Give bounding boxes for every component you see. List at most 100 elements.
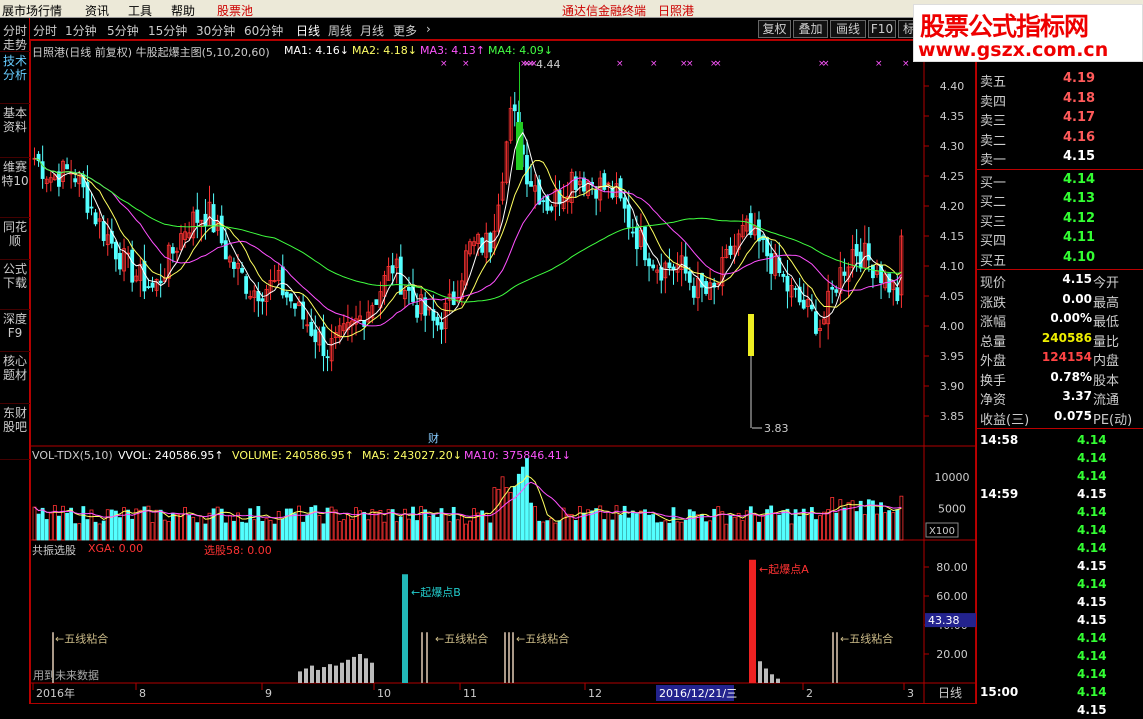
tick-price: 4.14: [1077, 541, 1107, 555]
volume-bar: [415, 520, 419, 541]
candle-body: [423, 297, 428, 316]
finance-marker: 财: [428, 431, 439, 445]
volume-bar: [65, 512, 69, 541]
period-2[interactable]: 5分钟: [107, 22, 139, 39]
period-8[interactable]: 月线: [360, 22, 384, 39]
ind-histogram-bar: [352, 656, 356, 683]
tick-row: 4.14: [977, 629, 1143, 647]
volume-bar: [423, 509, 428, 541]
signal-cross: ×: [902, 59, 910, 69]
candle-body: [683, 256, 688, 274]
menu-stock-pool[interactable]: 股票池: [217, 2, 253, 19]
volume-bar: [464, 523, 468, 541]
chart-area[interactable]: 4.40 4.35 4.30 4.25 4.20 4.15 4.10 4.05 4.00 3.95…: [30, 40, 976, 704]
volume-bar: [207, 512, 212, 541]
menu-tools[interactable]: 工具: [128, 2, 152, 19]
period-6[interactable]: 日线: [296, 22, 320, 39]
candle-body: [244, 276, 249, 294]
volume-bar: [138, 509, 143, 541]
tab-0[interactable]: 分时走势: [0, 22, 30, 52]
menu-market[interactable]: 展市场行情: [2, 2, 62, 19]
volume-bar: [57, 515, 61, 541]
volume-bar: [398, 516, 403, 541]
volume-bar: [407, 518, 411, 541]
volume-bar: [272, 523, 277, 541]
tick-time: 15:00: [980, 685, 1019, 699]
more-arrow-icon[interactable]: ›: [426, 22, 431, 36]
candle-body: [834, 289, 839, 293]
volume-bar: [504, 487, 509, 541]
menu-news[interactable]: 资讯: [85, 2, 109, 19]
left-tab-bar: 分时走势 技术分析 基本资料 维赛特10 同花顺 公式下载 深度F9 核心题材 东财股吧: [0, 18, 30, 704]
volume-bar: [191, 516, 196, 541]
volume-bar: [162, 519, 167, 541]
signal-cross: ×: [714, 59, 722, 69]
stat-label: 总量: [980, 334, 1007, 350]
period-3[interactable]: 15分钟: [148, 22, 187, 39]
stat-right-label: 最低: [1093, 315, 1120, 330]
buy-price: 4.13: [1063, 191, 1096, 206]
volume-bar: [700, 514, 704, 541]
tab-7[interactable]: 核心题材: [0, 352, 30, 404]
candle-body: [435, 316, 440, 326]
period-0[interactable]: 分时: [33, 22, 57, 39]
stat-value: 0.00%: [1050, 311, 1092, 325]
volume-bar: [651, 514, 656, 541]
volume-bar: [40, 507, 45, 541]
volume-bar: [85, 519, 90, 541]
tick-price: 4.14: [1077, 649, 1107, 663]
signal-cross: ×: [650, 59, 658, 69]
volume-bar: [606, 511, 611, 541]
candle-body: [529, 181, 533, 187]
period-1[interactable]: 1分钟: [65, 22, 97, 39]
period-9[interactable]: 更多: [393, 22, 417, 39]
tab-5[interactable]: 公式下载: [0, 260, 30, 310]
volume-bar: [545, 520, 550, 541]
ma1-line: [34, 131, 902, 346]
candle-body: [146, 286, 151, 289]
toolbar-btn-2[interactable]: 画线: [830, 20, 866, 38]
candle-body: [325, 356, 330, 359]
candle-body: [647, 258, 651, 267]
toolbar-btn-0[interactable]: 复权: [758, 20, 791, 38]
sell-price: 4.15: [1063, 149, 1096, 164]
price-tick-label: 4.40: [940, 80, 965, 93]
volume-bar: [533, 506, 538, 541]
volume-bar: [520, 466, 525, 541]
volume-bar: [850, 500, 855, 541]
volume-bar: [419, 506, 424, 541]
volume-bar: [899, 495, 904, 541]
volume-bar: [537, 520, 542, 541]
brand-line1: 股票公式指标网: [920, 12, 1089, 41]
signal-cross: ×: [875, 59, 883, 69]
tab-1[interactable]: 技术分析: [0, 52, 30, 104]
toolbar-btn-1[interactable]: 叠加: [793, 20, 828, 38]
volume-bar: [293, 513, 297, 541]
tab-6[interactable]: 深度F9: [0, 310, 30, 352]
stat-label: 收益(三): [980, 412, 1030, 428]
period-7[interactable]: 周线: [328, 22, 352, 39]
period-4[interactable]: 30分钟: [196, 22, 235, 39]
volume-bar: [708, 520, 713, 541]
volume-bar: [830, 497, 835, 541]
ind-histogram-bar: [340, 662, 344, 683]
menu-help[interactable]: 帮助: [171, 2, 195, 19]
stat-row: 现价 4.15 今开: [977, 271, 1143, 291]
x-label: 3: [907, 687, 914, 700]
high-label: 4.44: [536, 58, 561, 71]
stat-row: 外盘 124154 内盘: [977, 349, 1143, 369]
volume-bar: [529, 502, 533, 541]
toolbar-btn-3[interactable]: F10: [868, 20, 896, 38]
stat-value: 4.15: [1062, 272, 1092, 286]
buy-row-3: 买三 4.12: [977, 210, 1143, 230]
volume-bar: [260, 520, 265, 541]
period-5[interactable]: 60分钟: [244, 22, 283, 39]
volume-bar: [443, 514, 448, 541]
volume-bar: [337, 521, 342, 541]
tab-8[interactable]: 东财股吧: [0, 404, 30, 460]
vol-tick-label: 10000: [935, 471, 970, 484]
volume-bar: [691, 511, 696, 541]
tab-2[interactable]: 基本资料: [0, 104, 30, 158]
tab-4[interactable]: 同花顺: [0, 218, 30, 260]
tab-3[interactable]: 维赛特10: [0, 158, 30, 218]
